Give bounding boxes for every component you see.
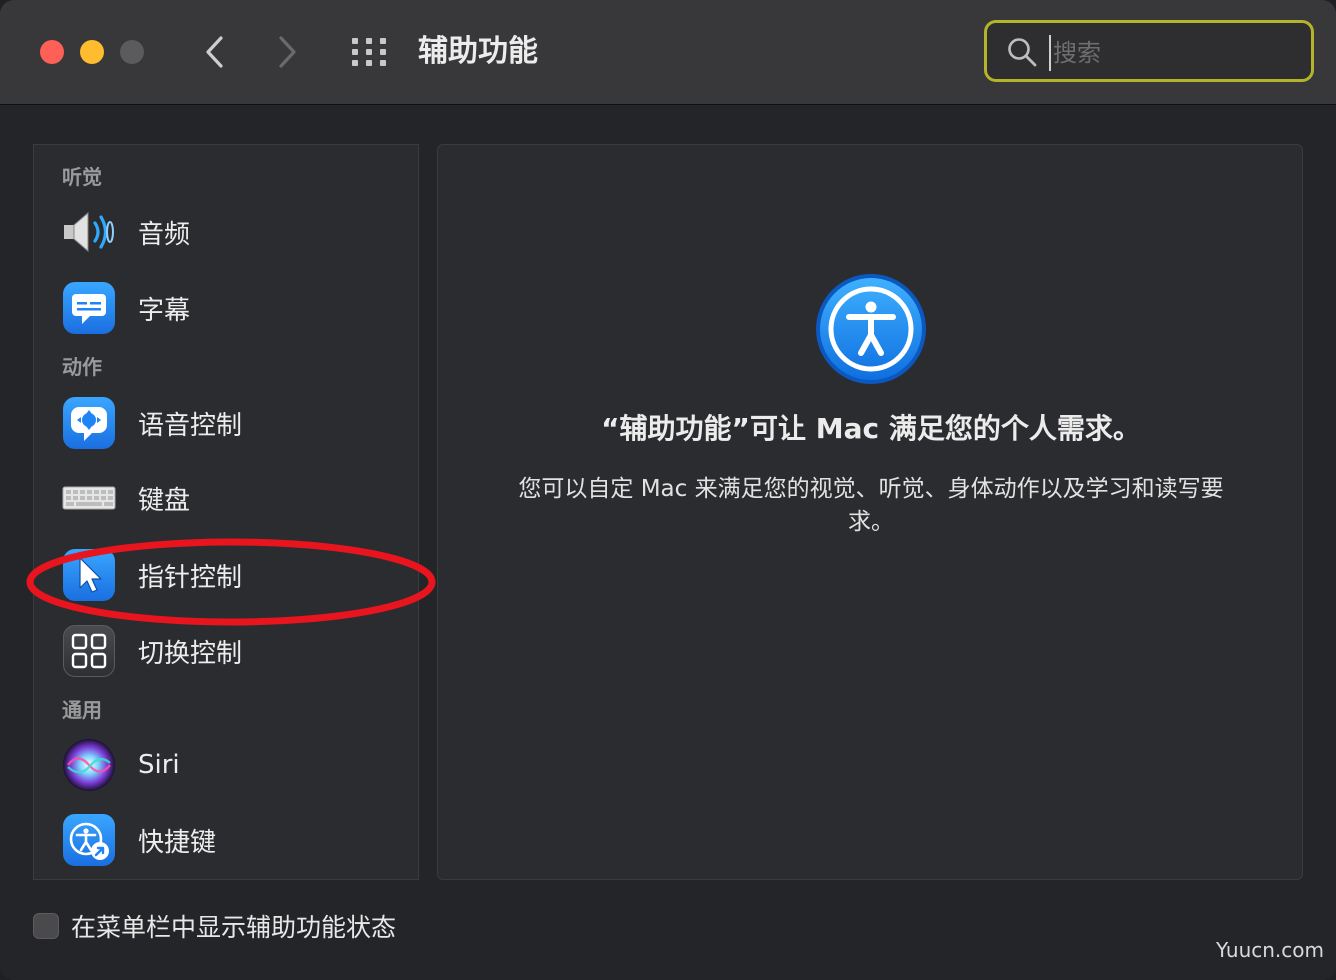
show-all-grid-icon[interactable] xyxy=(350,36,390,68)
speaker-icon xyxy=(62,205,116,259)
sidebar-item-label: 音频 xyxy=(138,219,191,250)
close-button[interactable] xyxy=(40,40,64,64)
sidebar-item-audio[interactable]: 音频 xyxy=(62,202,402,262)
accessibility-icon xyxy=(815,273,927,385)
chevron-right-icon xyxy=(279,36,296,68)
watermark: Yuucn.com xyxy=(1215,938,1324,962)
sidebar-item-label: 键盘 xyxy=(138,485,191,516)
search-input[interactable] xyxy=(1049,35,1295,71)
system-preferences-window: 辅助功能 听觉 音频 xyxy=(0,0,1336,980)
search-icon xyxy=(1008,38,1037,67)
sidebar-item-switch-control[interactable]: 切换控制 xyxy=(62,621,402,681)
sidebar-item-label: 指针控制 xyxy=(138,562,243,593)
sidebar-item-label: 快捷键 xyxy=(138,827,217,858)
sidebar-item-voice-control[interactable]: 语音控制 xyxy=(62,393,402,453)
sidebar-item-label: Siri xyxy=(138,750,180,780)
sidebar: 听觉 音频 字幕 动作 语音控制 键盘 指针控制 切换控制 通用 Siri 快捷… xyxy=(33,144,419,880)
pointer-icon xyxy=(62,548,116,602)
show-status-label: 在菜单栏中显示辅助功能状态 xyxy=(71,913,397,942)
keyboard-icon xyxy=(62,471,116,525)
back-button[interactable] xyxy=(194,30,234,74)
chevron-left-icon xyxy=(206,36,223,68)
sidebar-item-label: 字幕 xyxy=(138,295,191,326)
minimize-button[interactable] xyxy=(80,40,104,64)
voice-control-icon xyxy=(62,396,116,450)
siri-icon xyxy=(62,738,116,792)
main-description: 您可以自定 Mac 来满足您的视觉、听觉、身体动作以及学习和读写要求。 xyxy=(518,476,1224,535)
section-header-motor: 动作 xyxy=(62,355,102,379)
sidebar-item-label: 语音控制 xyxy=(138,410,243,441)
sidebar-item-pointer-control[interactable]: 指针控制 xyxy=(62,545,402,605)
show-status-checkbox[interactable] xyxy=(33,913,59,939)
captions-icon xyxy=(62,281,116,335)
sidebar-item-siri[interactable]: Siri xyxy=(62,735,402,795)
accessibility-shortcut-icon xyxy=(62,813,116,867)
titlebar: 辅助功能 xyxy=(0,0,1336,105)
window-title: 辅助功能 xyxy=(418,34,538,69)
sidebar-item-keyboard[interactable]: 键盘 xyxy=(62,468,402,528)
main-headline: “辅助功能”可让 Mac 满足您的个人需求。 xyxy=(601,412,1141,445)
zoom-button[interactable] xyxy=(120,40,144,64)
search-field-container[interactable] xyxy=(984,20,1314,82)
forward-button[interactable] xyxy=(268,30,308,74)
switch-control-icon xyxy=(62,624,116,678)
section-header-general: 通用 xyxy=(62,698,102,722)
menu-bar-status-option[interactable]: 在菜单栏中显示辅助功能状态 xyxy=(33,908,396,944)
main-pane: “辅助功能”可让 Mac 满足您的个人需求。 您可以自定 Mac 来满足您的视觉… xyxy=(437,144,1303,880)
section-header-hearing: 听觉 xyxy=(62,165,102,189)
sidebar-item-shortcut[interactable]: 快捷键 xyxy=(62,810,402,870)
sidebar-item-captions[interactable]: 字幕 xyxy=(62,278,402,338)
sidebar-item-label: 切换控制 xyxy=(138,638,243,669)
